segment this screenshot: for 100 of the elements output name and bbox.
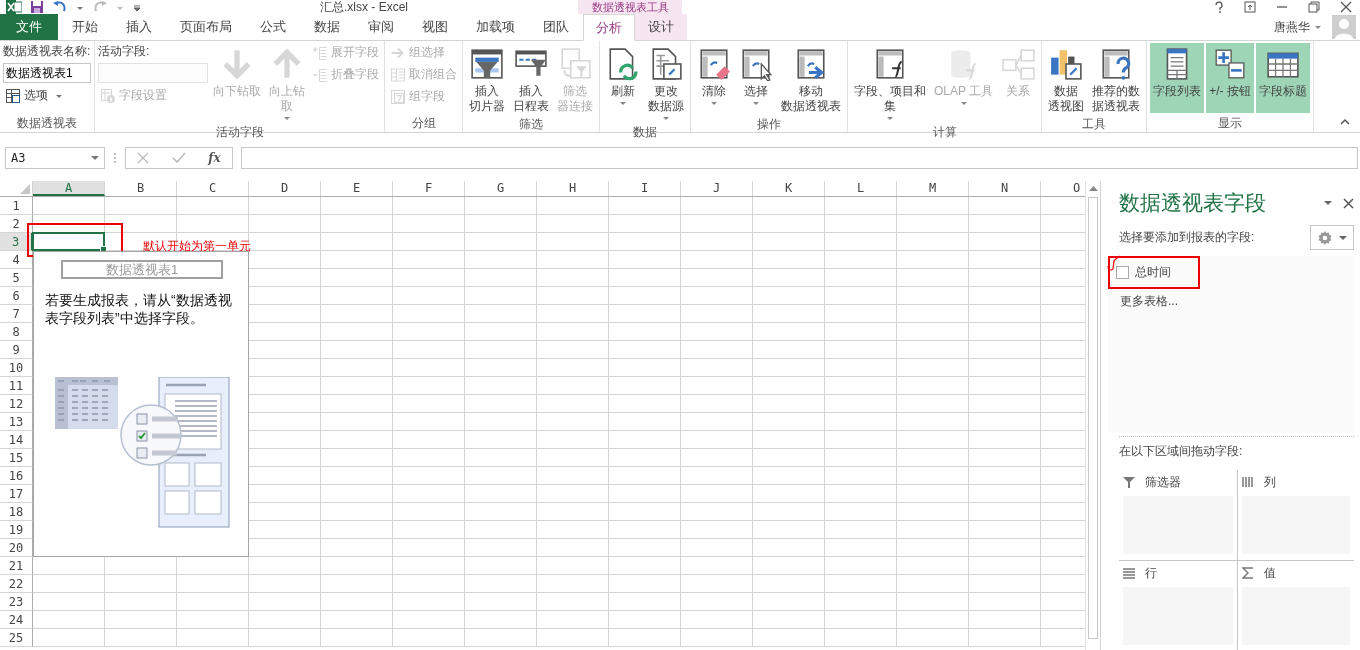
column-header[interactable]: E (321, 181, 393, 196)
column-header[interactable]: H (537, 181, 609, 196)
group-label: 筛选 (518, 116, 544, 133)
cursor-table-icon (739, 47, 773, 81)
column-header[interactable]: L (825, 181, 897, 196)
column-header[interactable]: B (105, 181, 177, 196)
columns-icon (1241, 476, 1254, 488)
restore-icon[interactable] (1308, 1, 1320, 13)
drag-handle-icon[interactable] (113, 150, 117, 165)
name-box[interactable]: A3 (5, 146, 105, 169)
arrow-table-icon (794, 47, 828, 81)
ribbon-button[interactable]: 字段标题 (1255, 43, 1310, 113)
collapse-ribbon-icon[interactable] (1340, 118, 1350, 126)
row-header[interactable]: 1 (0, 197, 33, 215)
row-header[interactable]: 24 (0, 611, 33, 629)
column-header[interactable]: I (609, 181, 681, 196)
column-header[interactable]: C (177, 181, 249, 196)
excel-logo-icon[interactable] (6, 0, 22, 14)
caret-icon (959, 99, 968, 107)
info-table-icon (100, 87, 116, 104)
user-name[interactable]: 唐燕华 (1274, 18, 1310, 36)
vertical-scrollbar[interactable] (1085, 181, 1100, 650)
row-header[interactable]: 23 (0, 593, 33, 611)
ribbon-tab[interactable]: 加载项 (462, 14, 529, 40)
group-label: 工具 (1081, 116, 1108, 133)
help-icon[interactable] (1214, 1, 1224, 13)
field-label: 数据透视表名称: (3, 43, 91, 60)
area-label: 行 (1145, 564, 1157, 582)
insert-function-button[interactable]: fx (208, 150, 221, 165)
ribbon-display-icon[interactable] (1244, 1, 1256, 13)
settings-button[interactable] (1310, 225, 1354, 250)
related-tables-icon (1001, 47, 1036, 81)
ribbon-button[interactable]: 数据 透视图 (1045, 43, 1088, 116)
ribbon-button[interactable]: +/- 按钮 (1206, 43, 1254, 113)
ribbon-tab[interactable]: 开始 (58, 14, 112, 40)
pivot-title: 数据透视表1 (61, 260, 223, 279)
column-header[interactable]: N (969, 181, 1041, 196)
ribbon-button[interactable]: 选择 (736, 43, 776, 109)
field-name[interactable]: 总时间 (1135, 264, 1171, 281)
column-header[interactable]: A (33, 181, 105, 196)
ribbon-tab[interactable]: 分析 (583, 14, 635, 41)
ribbon-button[interactable]: 选项 (3, 86, 91, 105)
group-label: 显示 (1216, 115, 1243, 132)
ribbon-button[interactable]: 更改 数据源 (645, 43, 687, 124)
name-field[interactable]: 数据透视表1 (3, 63, 91, 83)
caret-icon (662, 114, 670, 122)
ribbon-tab[interactable]: 团队 (529, 14, 583, 40)
column-header[interactable]: G (465, 181, 537, 196)
area-label: 筛选器 (1145, 473, 1181, 491)
row-header[interactable]: 21 (0, 557, 33, 575)
numbered-table-icon (390, 88, 406, 105)
caret-icon (619, 99, 627, 107)
formula-field[interactable] (241, 146, 1358, 169)
select-all-icon[interactable] (20, 184, 30, 194)
areas-prompt: 在以下区域间拖动字段: (1119, 443, 1244, 460)
row-header[interactable]: 22 (0, 575, 33, 593)
caret-icon[interactable] (1314, 23, 1322, 31)
ribbon-button[interactable]: 清除 (694, 43, 734, 109)
more-tables-link[interactable]: 更多表格... (1120, 293, 1354, 310)
save-icon[interactable] (30, 0, 44, 14)
ribbon-button[interactable]: 插入 日程表 (510, 43, 552, 116)
ribbon-tab[interactable]: 视图 (408, 14, 462, 40)
dropdown-icon[interactable] (1323, 199, 1333, 207)
close-icon[interactable] (1340, 1, 1352, 13)
column-header[interactable]: F (393, 181, 465, 196)
ribbon-button[interactable]: 插入 切片器 (466, 43, 508, 116)
ribbon-tab[interactable]: 插入 (112, 14, 166, 40)
ribbon-button[interactable]: 推荐的数 据透视表 (1089, 43, 1144, 116)
group-label: 活动字段 (214, 124, 265, 141)
row-header[interactable]: 25 (0, 629, 33, 647)
scroll-up-icon[interactable] (1088, 185, 1098, 191)
ribbon-tab[interactable]: 公式 (246, 14, 300, 40)
ribbon-button[interactable]: 字段、项目和 集 (851, 43, 929, 124)
window-title: 汇总.xlsx - Excel (319, 0, 409, 14)
checkbox[interactable] (1116, 266, 1129, 279)
ribbon-tab[interactable]: 审阅 (354, 14, 408, 40)
column-header[interactable]: D (249, 181, 321, 196)
column-header[interactable]: J (681, 181, 753, 196)
ribbon-tab[interactable]: 数据 (300, 14, 354, 40)
ribbon-button[interactable]: 字段列表 (1150, 43, 1205, 113)
sigma-icon (1241, 567, 1254, 579)
ribbon-button[interactable]: 移动 数据透视表 (778, 43, 844, 116)
caret-icon (91, 154, 99, 161)
ribbon-tab[interactable]: 文件 (0, 14, 58, 40)
close-icon[interactable] (1343, 197, 1354, 209)
ribbon-tab[interactable]: 设计 (635, 14, 687, 40)
redo-icon[interactable] (92, 1, 108, 13)
ribbon-tab[interactable]: 页面布局 (166, 14, 246, 40)
check-icon[interactable] (171, 151, 186, 164)
ribbon-button[interactable]: 刷新 (603, 43, 643, 109)
column-header[interactable]: M (897, 181, 969, 196)
column-header[interactable]: K (753, 181, 825, 196)
caret-icon (752, 99, 760, 107)
rows-icon (1123, 567, 1135, 579)
pane-title: 数据透视表字段 (1119, 190, 1266, 216)
plus-list-icon (312, 44, 328, 61)
settings-icon (1317, 229, 1333, 246)
cancel-icon[interactable] (137, 151, 150, 164)
undo-icon[interactable] (52, 1, 68, 13)
ungroup-icon (390, 66, 406, 83)
